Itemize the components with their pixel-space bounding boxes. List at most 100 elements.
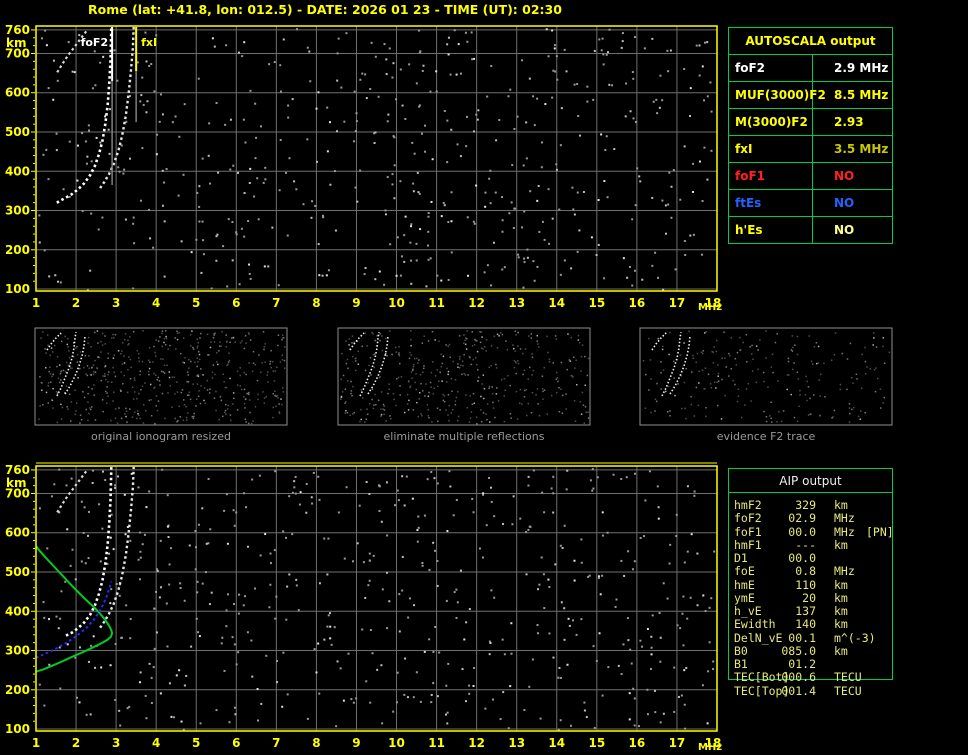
aip-row-ymE: ymE 20 km xyxy=(728,590,908,605)
aip-param-unit: MHz xyxy=(834,524,855,539)
aip-param-value: 137 xyxy=(795,604,816,618)
aip-param-unit: km xyxy=(834,590,848,605)
grid xyxy=(36,466,717,731)
aip-param-value: --- xyxy=(795,537,816,552)
aip-param-value: 000.6 xyxy=(781,670,816,685)
svg-text:200: 200 xyxy=(5,243,30,257)
svg-text:10: 10 xyxy=(388,296,405,310)
aip-param-unit: km xyxy=(834,617,848,632)
thumbnail-0 xyxy=(34,327,288,426)
svg-text:300: 300 xyxy=(5,644,30,658)
aip-param-unit: km xyxy=(834,498,848,512)
svg-text:km: km xyxy=(6,36,26,50)
aip-row-hmF1: hmF1 --- km xyxy=(728,537,908,552)
svg-text:11: 11 xyxy=(428,736,445,750)
svg-text:500: 500 xyxy=(5,125,30,139)
aip-param-value: 20 xyxy=(802,590,816,605)
svg-text:760: 760 xyxy=(5,23,30,37)
y-axis-ticks xyxy=(31,469,35,722)
trace-restored-trace xyxy=(35,581,113,659)
aip-row-foE: foE 0.8 MHz xyxy=(728,565,908,578)
svg-text:MHz: MHz xyxy=(698,742,722,753)
ionogram-top: foF2 fxI760700600500400300200100km1 2 3 4 5 6 7… xyxy=(5,23,722,313)
svg-text:11: 11 xyxy=(428,296,445,310)
svg-text:14: 14 xyxy=(548,296,565,310)
aip-param-value: 001.4 xyxy=(781,683,816,698)
plot-border xyxy=(35,465,718,732)
aip-table-header: AIP output xyxy=(729,469,892,493)
svg-text:13: 13 xyxy=(508,736,525,750)
svg-text:14: 14 xyxy=(548,736,565,750)
marker-fxI: fxI xyxy=(135,27,157,123)
aip-param-name: foE xyxy=(734,564,755,579)
trace-F2-echo-x-mode xyxy=(99,466,135,629)
svg-text:100: 100 xyxy=(5,722,30,736)
aip-param-unit: MHz xyxy=(834,564,855,579)
svg-text:15: 15 xyxy=(588,736,605,750)
aip-param-value: 110 xyxy=(795,577,816,592)
marker-label-fxI: fxI xyxy=(141,36,157,49)
svg-text:200: 200 xyxy=(5,683,30,697)
trace-F2-echo-x-mode xyxy=(99,26,135,189)
noise-layer xyxy=(38,28,713,291)
svg-text:4: 4 xyxy=(152,296,160,310)
svg-text:9: 9 xyxy=(352,736,360,750)
aip-param-unit: TECU xyxy=(834,683,862,698)
svg-text:6: 6 xyxy=(232,296,240,310)
aip-row-hmF2: hmF2 329 km xyxy=(728,499,908,512)
aip-param-unit: TECU xyxy=(834,670,862,685)
svg-text:7: 7 xyxy=(272,296,280,310)
aip-param-unit: m^(-3) xyxy=(834,630,876,645)
aip-param-name: D1 xyxy=(734,551,748,565)
aip-output-table: AIP output hmF2 329 km foF2 02.9 MHz foF1 00.0 M… xyxy=(728,0,908,755)
svg-text:2: 2 xyxy=(72,736,80,750)
svg-text:1: 1 xyxy=(32,736,40,750)
plot-border xyxy=(35,25,718,292)
aip-param-name: B1 xyxy=(734,657,748,671)
grid xyxy=(36,26,717,291)
svg-text:12: 12 xyxy=(468,296,485,310)
svg-text:17: 17 xyxy=(669,296,686,310)
trace-second-hop-echo xyxy=(56,469,89,513)
noise-layer xyxy=(38,468,716,731)
y-axis-ticks xyxy=(31,29,35,282)
aip-row-B0: B0 085.0 km xyxy=(728,643,908,658)
aip-row-D1: D1 00.0 xyxy=(728,552,908,565)
svg-text:2: 2 xyxy=(72,296,80,310)
aip-param-unit: MHz xyxy=(834,511,855,526)
aip-row-foF1: foF1 00.0 MHz [PN] xyxy=(728,524,908,539)
svg-text:5: 5 xyxy=(192,296,200,310)
svg-text:760: 760 xyxy=(5,463,30,477)
svg-text:500: 500 xyxy=(5,565,30,579)
aip-param-unit: km xyxy=(834,604,848,618)
svg-text:300: 300 xyxy=(5,204,30,218)
aip-param-extra: [PN] xyxy=(866,524,894,539)
svg-text:17: 17 xyxy=(669,736,686,750)
svg-text:4: 4 xyxy=(152,736,160,750)
svg-text:13: 13 xyxy=(508,296,525,310)
svg-text:8: 8 xyxy=(312,736,320,750)
aip-row-DelNvE: DelN_vE 00.1 m^(-3) xyxy=(728,630,908,645)
aip-row-hvE: h_vE 137 km xyxy=(728,605,908,618)
svg-text:8: 8 xyxy=(312,296,320,310)
svg-text:9: 9 xyxy=(352,296,360,310)
thumbnail-caption-original: original ionogram resized xyxy=(91,430,231,443)
aip-param-value: 00.0 xyxy=(788,524,816,539)
svg-text:16: 16 xyxy=(629,296,646,310)
svg-text:16: 16 xyxy=(629,736,646,750)
thumbnail-caption-eliminate: eliminate multiple reflections xyxy=(383,430,545,443)
aip-row-hmE: hmE 110 km xyxy=(728,577,908,592)
thumbnail-1 xyxy=(337,327,591,426)
aip-param-value: 085.0 xyxy=(781,643,816,658)
svg-text:400: 400 xyxy=(5,164,30,178)
svg-text:km: km xyxy=(6,476,26,490)
svg-text:1: 1 xyxy=(32,296,40,310)
svg-text:12: 12 xyxy=(468,736,485,750)
aip-param-name: ymE xyxy=(734,590,755,605)
marker-label-foF2: foF2 xyxy=(81,36,109,49)
svg-text:7: 7 xyxy=(272,736,280,750)
aip-param-value: 140 xyxy=(795,617,816,632)
svg-text:400: 400 xyxy=(5,604,30,618)
aip-param-value: 01.2 xyxy=(788,657,816,671)
svg-text:6: 6 xyxy=(232,736,240,750)
